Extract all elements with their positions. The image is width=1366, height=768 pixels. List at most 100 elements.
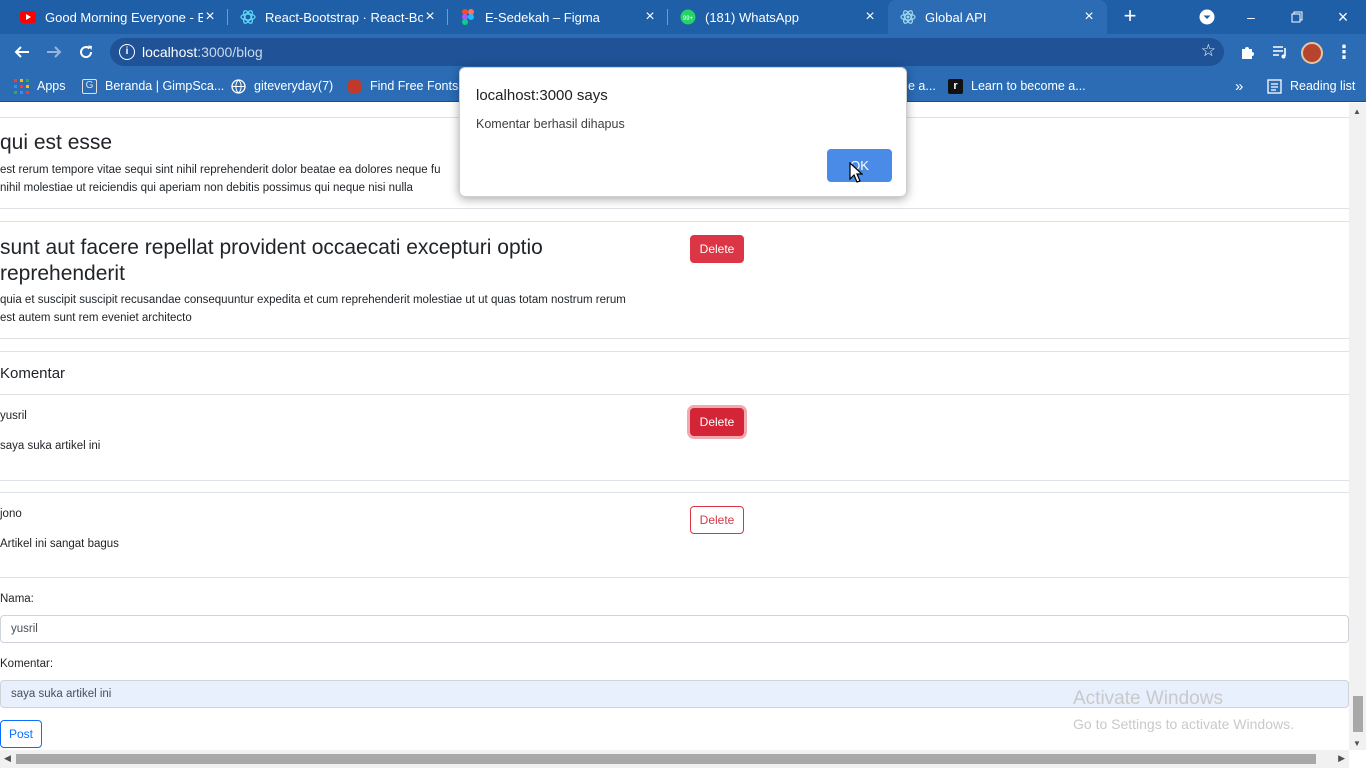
tab-react-bootstrap[interactable]: React-Bootstrap · React-Boot × bbox=[228, 0, 448, 34]
vertical-scrollbar[interactable]: ▲ ▼ bbox=[1349, 103, 1366, 750]
close-tab-icon[interactable]: × bbox=[642, 9, 658, 25]
url-host: localhost bbox=[142, 44, 198, 60]
close-tab-icon[interactable]: × bbox=[862, 9, 878, 25]
tab-whatsapp[interactable]: 99+ (181) WhatsApp × bbox=[668, 0, 888, 34]
tab-youtube[interactable]: Good Morning Everyone - Bu × bbox=[8, 0, 228, 34]
close-tab-icon[interactable]: × bbox=[1081, 9, 1097, 25]
comment-author: jono bbox=[0, 508, 22, 520]
back-icon[interactable] bbox=[10, 40, 34, 64]
url-path: :3000/blog bbox=[197, 44, 263, 60]
close-window-icon[interactable]: × bbox=[1320, 0, 1366, 34]
extensions-icon[interactable] bbox=[1238, 42, 1258, 62]
gimpscape-icon: G bbox=[82, 78, 97, 94]
bookmark-partial[interactable]: e a... bbox=[908, 77, 936, 95]
post-body-line: quia et suscipit suscipit recusandae con… bbox=[0, 294, 626, 306]
bookmark-find-free-fonts[interactable]: Find Free Fonts » bbox=[347, 77, 469, 95]
browser-toolbar: i localhost:3000/blog ☆ ⋮ bbox=[0, 34, 1366, 70]
bookmark-apps[interactable]: Apps bbox=[14, 77, 66, 95]
page-content: qui est esse est rerum tempore vitae seq… bbox=[0, 103, 1349, 750]
scroll-left-arrow-icon[interactable]: ◀ bbox=[4, 753, 11, 764]
bookmark-label: e a... bbox=[908, 79, 936, 93]
name-input[interactable]: yusril bbox=[0, 615, 1349, 643]
new-tab-button[interactable]: + bbox=[1118, 5, 1142, 29]
url-text[interactable]: localhost:3000/blog bbox=[142, 44, 263, 60]
delete-post-button[interactable]: Delete bbox=[690, 235, 744, 263]
post-button[interactable]: Post bbox=[0, 720, 42, 748]
horizontal-scroll-thumb[interactable] bbox=[16, 754, 1316, 764]
bookmark-label: Apps bbox=[37, 79, 66, 93]
delete-comment-button[interactable]: Delete bbox=[690, 408, 744, 436]
bookmark-learn-to-become[interactable]: r Learn to become a... bbox=[948, 77, 1086, 95]
post-title: sunt aut facere repellat provident occae… bbox=[0, 235, 543, 287]
post-body-line: est rerum tempore vitae sequi sint nihil… bbox=[0, 164, 441, 176]
site-info-icon[interactable]: i bbox=[119, 44, 135, 60]
divider bbox=[0, 492, 1349, 493]
globe-icon bbox=[231, 78, 246, 94]
bookmarks-overflow-icon[interactable]: » bbox=[1235, 77, 1243, 95]
tab-global-api[interactable]: Global API × bbox=[888, 0, 1107, 34]
minimize-icon[interactable]: – bbox=[1228, 0, 1274, 34]
figma-icon bbox=[460, 9, 476, 25]
address-bar[interactable]: i localhost:3000/blog ☆ bbox=[110, 38, 1224, 66]
fonts-icon bbox=[347, 78, 362, 94]
menu-kebab-icon[interactable]: ⋮ bbox=[1334, 42, 1354, 62]
bookmark-giteveryday[interactable]: giteveryday(7) bbox=[231, 77, 333, 95]
tab-search-icon[interactable] bbox=[1184, 0, 1230, 34]
post-title-line: sunt aut facere repellat provident occae… bbox=[0, 236, 543, 259]
whatsapp-icon: 99+ bbox=[680, 9, 696, 25]
close-tab-icon[interactable]: × bbox=[202, 9, 218, 25]
youtube-icon bbox=[20, 9, 36, 25]
svg-text:99+: 99+ bbox=[683, 16, 694, 22]
reading-list[interactable]: Reading list bbox=[1267, 77, 1355, 95]
bookmark-label: Beranda | GimpSca... bbox=[105, 79, 225, 93]
profile-avatar[interactable] bbox=[1301, 42, 1323, 64]
delete-comment-button[interactable]: Delete bbox=[690, 506, 744, 534]
post-body-line: est autem sunt rem eveniet architecto bbox=[0, 312, 192, 324]
post-body: est rerum tempore vitae sequi sint nihil… bbox=[0, 161, 440, 197]
divider bbox=[0, 480, 1349, 481]
tab-title: Global API bbox=[925, 9, 987, 25]
bookmark-gimpscape[interactable]: G Beranda | GimpSca... bbox=[82, 77, 224, 95]
comments-heading: Komentar bbox=[0, 365, 66, 382]
close-tab-icon[interactable]: × bbox=[422, 9, 438, 25]
divider bbox=[0, 351, 1349, 352]
scroll-right-arrow-icon[interactable]: ▶ bbox=[1338, 753, 1345, 764]
scroll-up-arrow-icon[interactable]: ▲ bbox=[1353, 107, 1361, 116]
dialog-title: localhost:3000 says bbox=[476, 87, 608, 104]
r-icon: r bbox=[948, 78, 963, 94]
reload-icon[interactable] bbox=[74, 40, 98, 64]
post-title: qui est esse bbox=[0, 131, 113, 154]
tab-figma[interactable]: E-Sedekah – Figma × bbox=[448, 0, 668, 34]
tab-title: E-Sedekah – Figma bbox=[485, 9, 600, 25]
bookmark-label: Find Free Fonts » bbox=[370, 79, 469, 93]
bookmark-label: giteveryday(7) bbox=[254, 79, 334, 93]
comment-label: Komentar: bbox=[0, 658, 54, 670]
apps-grid-icon bbox=[14, 78, 29, 94]
tab-title: (181) WhatsApp bbox=[705, 9, 799, 25]
vertical-scroll-thumb[interactable] bbox=[1353, 696, 1363, 732]
tab-title: React-Bootstrap · React-Boot bbox=[265, 9, 423, 25]
watermark-title: Activate Windows bbox=[1073, 688, 1223, 709]
comment-text: Artikel ini sangat bagus bbox=[0, 538, 119, 550]
media-control-icon[interactable] bbox=[1270, 42, 1290, 62]
divider bbox=[0, 221, 1349, 222]
bookmark-star-icon[interactable]: ☆ bbox=[1201, 41, 1216, 61]
name-label: Nama: bbox=[0, 593, 34, 605]
divider bbox=[0, 208, 1349, 209]
post-body: quia et suscipit suscipit recusandae con… bbox=[0, 291, 626, 327]
post-body-line: nihil molestiae ut reiciendis qui aperia… bbox=[0, 182, 413, 194]
forward-icon[interactable] bbox=[42, 40, 66, 64]
alert-dialog: localhost:3000 says Komentar berhasil di… bbox=[459, 67, 907, 197]
scroll-down-arrow-icon[interactable]: ▼ bbox=[1353, 739, 1361, 748]
react-icon bbox=[900, 9, 916, 25]
post-title-line: reprehenderit bbox=[0, 262, 125, 285]
comment-author: yusril bbox=[0, 410, 27, 422]
mouse-cursor-icon bbox=[849, 162, 863, 183]
restore-icon[interactable] bbox=[1274, 0, 1320, 34]
react-bootstrap-icon bbox=[240, 9, 256, 25]
divider bbox=[0, 394, 1349, 395]
dialog-message: Komentar berhasil dihapus bbox=[476, 117, 625, 131]
horizontal-scrollbar[interactable]: ◀ ▶ bbox=[0, 750, 1349, 768]
activate-windows-watermark: Activate Windows Go to Settings to activ… bbox=[1073, 688, 1294, 732]
bookmark-label: Learn to become a... bbox=[971, 79, 1086, 93]
